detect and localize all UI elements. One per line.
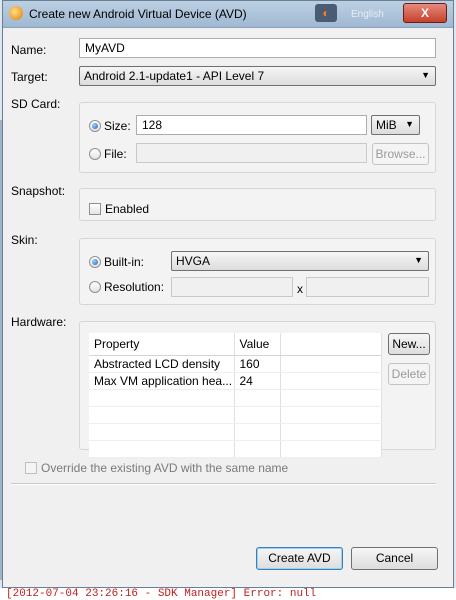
sdcard-size-radio[interactable] bbox=[89, 120, 101, 132]
delete-property-button[interactable]: Delete bbox=[388, 363, 430, 385]
override-label: Override the existing AVD with the same … bbox=[41, 461, 289, 475]
skin-builtin-select[interactable]: HVGA ▼ bbox=[171, 251, 429, 271]
cancel-button[interactable]: Cancel bbox=[351, 547, 438, 570]
snapshot-enabled-checkbox[interactable] bbox=[89, 203, 101, 215]
background-log-line: [2012-07-04 23:26:16 - SDK Manager] Erro… bbox=[6, 588, 317, 600]
create-avd-dialog: Create new Android Virtual Device (AVD) … bbox=[2, 0, 454, 588]
window-title: Create new Android Virtual Device (AVD) bbox=[29, 7, 247, 21]
sdcard-file-label: File: bbox=[104, 147, 127, 161]
sdcard-unit-select[interactable]: MiB ▼ bbox=[371, 115, 420, 135]
table-row bbox=[89, 423, 382, 441]
chevron-down-icon: ▼ bbox=[405, 119, 414, 129]
close-button[interactable]: X bbox=[403, 3, 447, 23]
table-row[interactable]: Max VM application hea... 24 bbox=[89, 372, 382, 390]
browse-button[interactable]: Browse... bbox=[372, 143, 429, 165]
sdcard-label: SD Card: bbox=[11, 97, 61, 111]
target-label: Target: bbox=[11, 70, 48, 84]
app-tray-icon: ◐ bbox=[315, 4, 337, 22]
sdcard-file-radio[interactable] bbox=[89, 148, 101, 160]
name-input[interactable]: MyAVD bbox=[79, 38, 436, 58]
override-checkbox[interactable] bbox=[25, 462, 37, 474]
chevron-down-icon: ▼ bbox=[421, 70, 430, 80]
table-row bbox=[89, 440, 382, 458]
eclipse-icon bbox=[9, 6, 23, 20]
skin-resolution-radio[interactable] bbox=[89, 281, 101, 293]
chevron-down-icon: ▼ bbox=[414, 255, 423, 265]
sdcard-size-label: Size: bbox=[104, 119, 131, 133]
column-header-property[interactable]: Property bbox=[89, 333, 235, 356]
resolution-x-label: x bbox=[297, 282, 303, 296]
resolution-width-input[interactable] bbox=[171, 277, 293, 297]
table-header-row: Property Value bbox=[89, 333, 382, 356]
skin-builtin-label: Built-in: bbox=[104, 255, 145, 269]
table-row bbox=[89, 389, 382, 407]
skin-builtin-radio[interactable] bbox=[89, 256, 101, 268]
table-row[interactable]: Abstracted LCD density 160 bbox=[89, 355, 382, 373]
property-cell: Max VM application hea... bbox=[89, 372, 235, 390]
table-row bbox=[89, 406, 382, 424]
sdcard-file-input[interactable] bbox=[136, 143, 367, 163]
hardware-table[interactable]: Property Value Abstracted LCD density 16… bbox=[89, 333, 382, 458]
target-select[interactable]: Android 2.1-update1 - API Level 7 ▼ bbox=[79, 66, 436, 86]
create-avd-button[interactable]: Create AVD bbox=[256, 547, 343, 570]
title-bar: Create new Android Virtual Device (AVD) … bbox=[3, 1, 453, 28]
skin-resolution-label: Resolution: bbox=[104, 280, 165, 294]
separator bbox=[11, 483, 436, 485]
hardware-label: Hardware: bbox=[11, 315, 67, 329]
dialog-content: Name: MyAVD Target: Android 2.1-update1 … bbox=[3, 28, 453, 588]
snapshot-enabled-label: Enabled bbox=[105, 202, 150, 216]
column-header-empty bbox=[280, 333, 382, 356]
sdcard-size-input[interactable]: 128 bbox=[136, 115, 367, 135]
name-label: Name: bbox=[11, 43, 47, 57]
resolution-height-input[interactable] bbox=[306, 277, 429, 297]
column-header-value[interactable]: Value bbox=[234, 333, 281, 356]
value-cell[interactable]: 160 bbox=[234, 355, 281, 373]
language-indicator: English bbox=[351, 9, 384, 20]
new-property-button[interactable]: New... bbox=[388, 333, 430, 355]
target-value: Android 2.1-update1 - API Level 7 bbox=[84, 69, 265, 83]
snapshot-label: Snapshot: bbox=[11, 184, 66, 198]
skin-label: Skin: bbox=[11, 233, 38, 247]
value-cell[interactable]: 24 bbox=[234, 372, 281, 390]
sdcard-unit-value: MiB bbox=[376, 118, 397, 132]
property-cell: Abstracted LCD density bbox=[89, 355, 235, 373]
skin-builtin-value: HVGA bbox=[176, 254, 211, 268]
